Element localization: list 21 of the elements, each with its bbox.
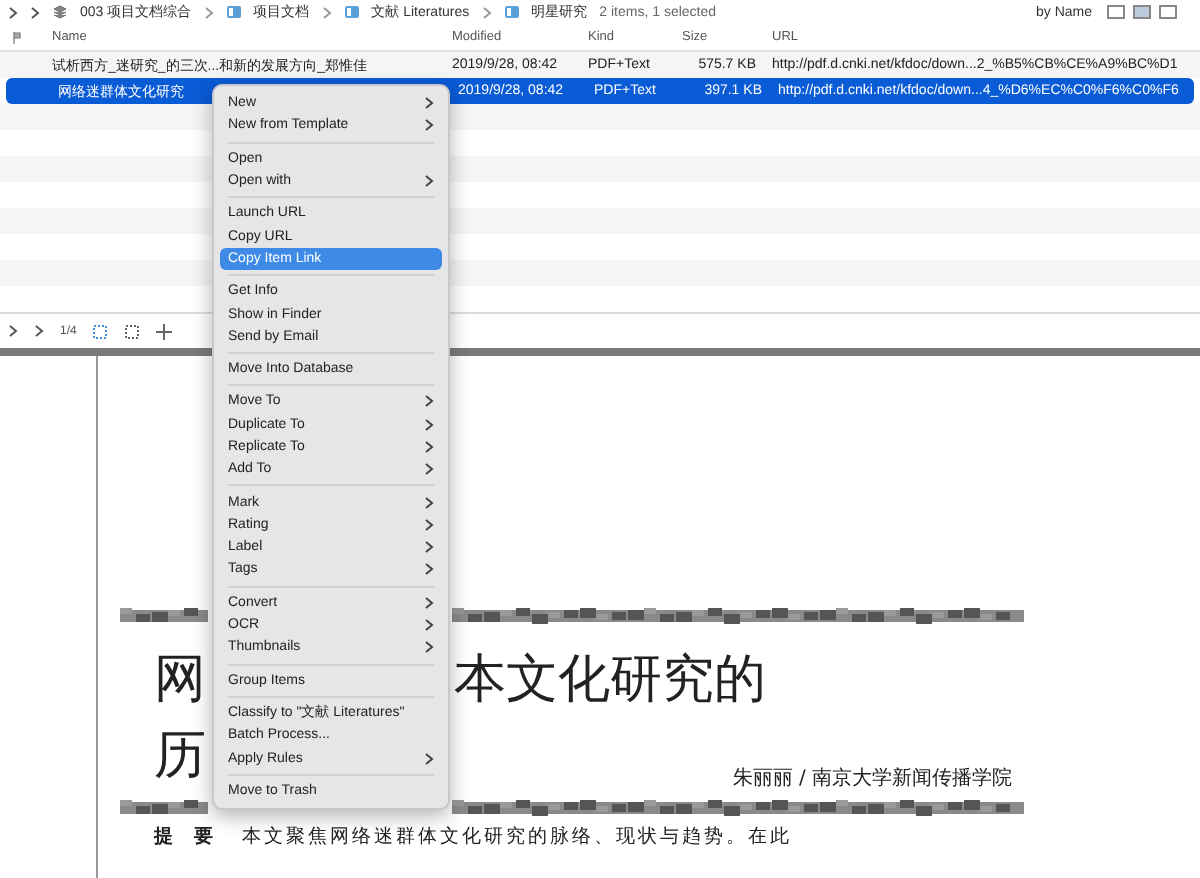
move-icon[interactable] — [156, 323, 173, 339]
stack-icon — [52, 4, 68, 20]
document-title: 本文化研究的 — [454, 647, 766, 713]
scan-noise-drawing — [120, 608, 208, 624]
forward-icon — [30, 5, 40, 19]
folder-icon — [343, 4, 360, 20]
folder-icon — [225, 4, 242, 20]
separator-chevron-icon — [203, 5, 214, 19]
select-text-icon[interactable] — [92, 323, 109, 339]
separator-chevron-icon — [321, 5, 332, 19]
document-author: 朱丽丽 / 南京大学新闻传播学院 — [732, 765, 1012, 792]
document-title: 历 — [154, 723, 206, 789]
next-page-icon — [34, 324, 44, 338]
separator-chevron-icon — [481, 5, 492, 19]
abstract-text: 本文聚焦网络迷群体文化研究的脉络、现状与趋势。在此 — [242, 824, 792, 850]
flag-icon[interactable] — [12, 31, 22, 43]
abstract-label: 提 要 — [154, 824, 214, 850]
scan-noise-drawing — [120, 800, 208, 816]
document-title: 网 — [154, 647, 206, 713]
marquee-icon[interactable] — [124, 323, 141, 339]
folder-icon — [503, 4, 520, 20]
